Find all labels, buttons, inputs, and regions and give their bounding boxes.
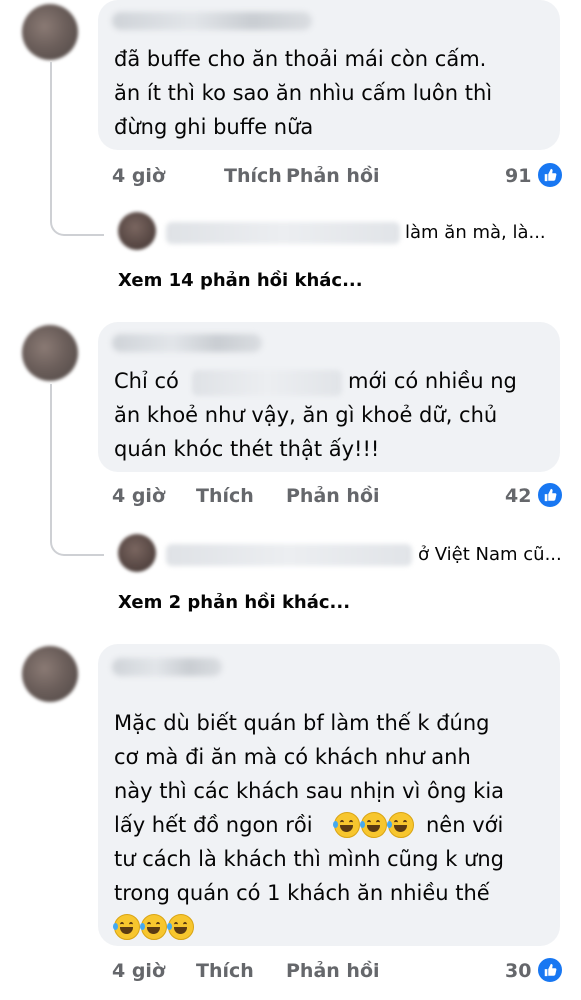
comment-actions: 4 giờ Thích Phản hồi	[112, 165, 412, 189]
author-name-blurred[interactable]	[112, 334, 262, 352]
laughing-tears-emoji-icon	[167, 914, 194, 940]
like-thumb-icon[interactable]	[536, 161, 564, 189]
comment-text-line: ăn khoẻ như vậy, ăn gì khoẻ dữ, chủ	[114, 403, 498, 427]
comment-bubble: đã buffe cho ăn thoải mái còn cấm. ăn ít…	[98, 0, 560, 150]
thread-branch	[50, 200, 104, 236]
comment-text-line: lấy hết đồ ngon rồi	[114, 813, 313, 837]
comment-text-line: mới có nhiều ng	[348, 369, 517, 393]
thread-line	[50, 384, 52, 538]
comment-text-line: Mặc dù biết quán bf làm thế k đúng	[114, 711, 490, 735]
reply-button[interactable]: Phản hồi	[286, 960, 380, 982]
reply-author-blurred[interactable]	[166, 222, 400, 244]
redacted-text	[192, 370, 342, 396]
comment-text-line: Chỉ có	[114, 369, 179, 393]
avatar[interactable]	[22, 325, 78, 381]
avatar[interactable]	[22, 4, 78, 60]
reply-preview-text[interactable]: làm ăn mà, là...	[405, 222, 546, 243]
comment-text-line: quán khóc thét thật ấy!!!	[114, 437, 380, 461]
view-more-replies-link[interactable]: Xem 2 phản hồi khác...	[118, 592, 350, 613]
reaction-count[interactable]: 30	[505, 960, 531, 982]
like-button[interactable]: Thích	[196, 485, 254, 507]
like-thumb-icon[interactable]	[536, 481, 564, 509]
view-more-replies-link[interactable]: Xem 14 phản hồi khác...	[118, 270, 363, 291]
timestamp[interactable]: 4 giờ	[112, 960, 165, 982]
comment-bubble: Mặc dù biết quán bf làm thế k đúng cơ mà…	[98, 644, 560, 946]
comment-text-line: nên với	[426, 813, 504, 837]
laughing-tears-emoji-icon	[333, 812, 360, 838]
laughing-tears-emoji-icon	[360, 812, 387, 838]
comment-text-line: ăn ít thì ko sao ăn nhìu cấm luôn thì	[114, 81, 493, 105]
timestamp[interactable]: 4 giờ	[112, 485, 165, 507]
comment-bubble: Chỉ có mới có nhiều ng ăn khoẻ như vậy, …	[98, 322, 560, 472]
comment-actions: 4 giờ Thích Phản hồi	[112, 960, 412, 984]
reply-avatar[interactable]	[118, 534, 156, 572]
comment-text-line: cơ mà đi ăn mà có khách như anh	[114, 745, 471, 769]
reaction-count[interactable]: 91	[505, 165, 531, 187]
like-thumb-icon[interactable]	[536, 956, 564, 984]
comment-text-line: tư cách là khách thì mình cũng k ưng	[114, 847, 505, 871]
comment-text-line: này thì các khách sau nhịn vì ông kia	[114, 779, 505, 803]
thread-branch	[50, 520, 104, 556]
comment-text-line: trong quán có 1 khách ăn nhiều thế	[114, 881, 490, 905]
emoji-group	[333, 812, 415, 838]
avatar[interactable]	[22, 646, 78, 702]
laughing-tears-emoji-icon	[140, 914, 167, 940]
like-button[interactable]: Thích	[196, 960, 254, 982]
timestamp[interactable]: 4 giờ	[112, 165, 165, 187]
laughing-tears-emoji-icon	[387, 812, 414, 838]
like-button[interactable]: Thích	[224, 165, 282, 187]
author-name-blurred[interactable]	[112, 658, 222, 676]
reply-author-blurred[interactable]	[166, 544, 412, 566]
comment-actions: 4 giờ Thích Phản hồi	[112, 485, 412, 509]
reply-preview-text[interactable]: ở Việt Nam cũ...	[418, 544, 562, 565]
comment-text-line: đã buffe cho ăn thoải mái còn cấm.	[114, 47, 487, 71]
thread-line	[50, 62, 52, 218]
reply-button[interactable]: Phản hồi	[286, 485, 380, 507]
reply-avatar[interactable]	[118, 212, 156, 250]
reply-button[interactable]: Phản hồi	[286, 165, 380, 187]
emoji-group	[113, 914, 195, 940]
author-name-blurred[interactable]	[112, 12, 312, 30]
comment-text-line: đừng ghi buffe nữa	[114, 115, 314, 139]
laughing-tears-emoji-icon	[113, 914, 140, 940]
reaction-count[interactable]: 42	[505, 485, 531, 507]
